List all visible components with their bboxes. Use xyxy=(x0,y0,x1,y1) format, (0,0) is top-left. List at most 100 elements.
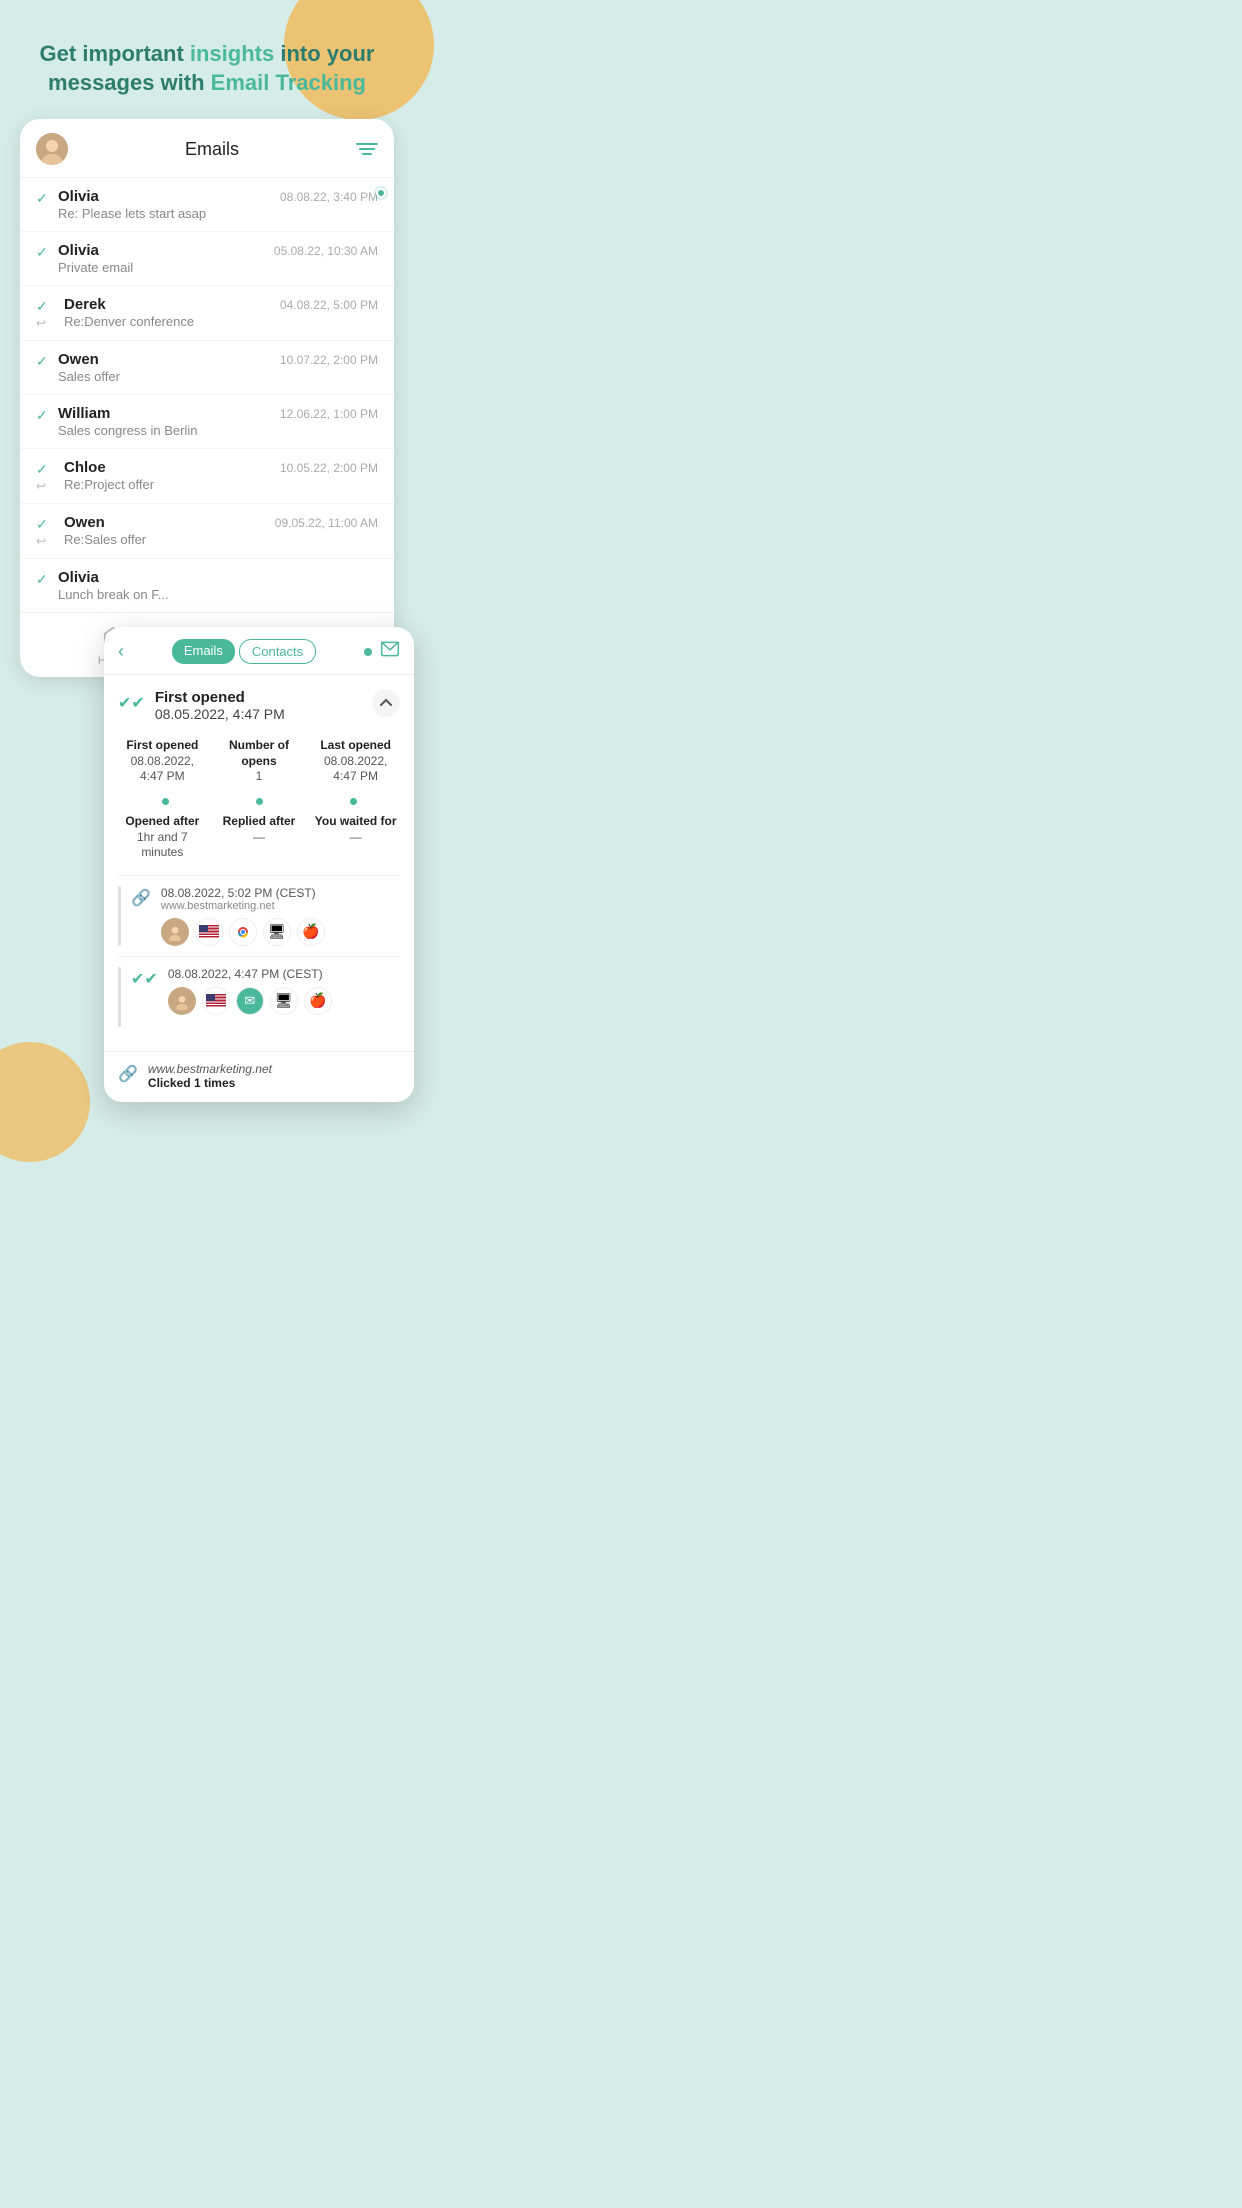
table-row[interactable]: ✓ Owen 10.07.22, 2:00 PM Sales offer xyxy=(20,341,394,395)
header-highlight1: insights xyxy=(190,41,274,66)
link-icon: 🔗 xyxy=(118,1064,138,1084)
stat-num-opens: Number of opens 1 xyxy=(215,738,304,785)
link-url: www.bestmarketing.net xyxy=(148,1062,272,1076)
open-time: 08.08.2022, 4:47 PM (CEST) xyxy=(168,967,400,981)
deco-circle-bottom-left xyxy=(0,1042,90,1162)
table-row[interactable]: ✓ Olivia 05.08.22, 10:30 AM Private emai… xyxy=(20,232,394,286)
filter-icon[interactable] xyxy=(356,143,378,155)
check-icon: ✓ xyxy=(36,407,50,424)
detail-card: ‹ Emails Contacts ✔✔ Fir xyxy=(104,627,414,1102)
stat-label: Opened after xyxy=(118,814,207,830)
detail-header-icons xyxy=(364,639,400,664)
check-icon: ✓ xyxy=(36,461,50,478)
stat-dot xyxy=(162,798,169,805)
header-section: Get important insights into your message… xyxy=(20,30,394,97)
table-row[interactable]: ✓ ↩ Derek 04.08.22, 5:00 PM Re:Denver co… xyxy=(20,286,394,341)
link-text: www.bestmarketing.net Clicked 1 times xyxy=(148,1062,272,1090)
email-content: Derek 04.08.22, 5:00 PM Re:Denver confer… xyxy=(64,296,378,329)
open-site: www.bestmarketing.net xyxy=(161,900,400,912)
email-subject: Sales congress in Berlin xyxy=(58,423,378,438)
email-content: Olivia Lunch break on F... xyxy=(58,569,378,602)
page-wrapper: Get important insights into your message… xyxy=(0,0,414,1172)
table-row[interactable]: ✓ ↩ Owen 09.05.22, 11:00 AM Re:Sales off… xyxy=(20,504,394,559)
detail-card-header: ‹ Emails Contacts xyxy=(104,627,414,675)
link-section: 🔗 www.bestmarketing.net Clicked 1 times xyxy=(104,1051,414,1102)
stat-waited-for: You waited for — xyxy=(311,814,400,861)
email-name: Olivia xyxy=(58,242,99,259)
email-time: 04.08.22, 5:00 PM xyxy=(280,298,378,312)
check-icon: ✓ xyxy=(36,353,50,370)
stat-dot xyxy=(350,798,357,805)
open-time: 08.08.2022, 5:02 PM (CEST) xyxy=(161,886,400,900)
tab-emails[interactable]: Emails xyxy=(172,639,235,664)
timeline-line xyxy=(118,967,121,1027)
table-row[interactable]: ✓ Olivia Lunch break on F... xyxy=(20,559,394,612)
apple-icon: 🍎 xyxy=(304,987,332,1015)
header-highlight2: Email Tracking xyxy=(211,70,366,95)
person-icon xyxy=(161,918,189,946)
open-record-icons: ✉ 🖥 🍎 xyxy=(168,987,400,1015)
stat-label: You waited for xyxy=(311,814,400,830)
email-content: William 12.06.22, 1:00 PM Sales congress… xyxy=(58,405,378,438)
email-name: Chloe xyxy=(64,459,106,476)
header-line1: Get important insights into your xyxy=(20,40,394,69)
email-subject: Re:Project offer xyxy=(64,477,378,492)
stats-grid-1: First opened 08.08.2022,4:47 PM Number o… xyxy=(118,738,400,785)
table-row[interactable]: ✓ Olivia 08.08.22, 3:40 PM Re: Please le… xyxy=(20,178,394,232)
back-button[interactable]: ‹ xyxy=(118,641,124,662)
check-icon: ✓ xyxy=(36,298,50,315)
status-dot xyxy=(364,648,372,656)
reply-icon: ↩ xyxy=(36,316,58,330)
stat-value: 1 xyxy=(215,769,304,785)
email-name: Derek xyxy=(64,296,106,313)
email-time: 09.05.22, 11:00 AM xyxy=(275,516,378,530)
email-list: ✓ Olivia 08.08.22, 3:40 PM Re: Please le… xyxy=(20,178,394,612)
email-name: Olivia xyxy=(58,188,99,205)
table-row[interactable]: ✓ William 12.06.22, 1:00 PM Sales congre… xyxy=(20,395,394,449)
header-line2: messages with Email Tracking xyxy=(20,69,394,98)
email-name: Olivia xyxy=(58,569,99,586)
email-time: 08.08.22, 3:40 PM xyxy=(280,190,378,204)
stat-label: First opened xyxy=(118,738,207,754)
stat-value: 1hr and 7 minutes xyxy=(118,830,207,861)
table-row[interactable]: ✓ ↩ Chloe 10.05.22, 2:00 PM Re:Project o… xyxy=(20,449,394,504)
mail-app-icon: ✉ xyxy=(236,987,264,1015)
tracking-dot xyxy=(376,188,386,198)
check-icon: ✓ xyxy=(36,571,50,588)
monitor-icon: 🖥 xyxy=(263,918,291,946)
stat-label: Replied after xyxy=(215,814,304,830)
open-record-icons: 🖥 🍎 xyxy=(161,918,400,946)
flag-icon xyxy=(202,987,230,1015)
tab-contacts[interactable]: Contacts xyxy=(239,639,316,664)
email-content: Olivia 05.08.22, 10:30 AM Private email xyxy=(58,242,378,275)
link-icon: 🔗 xyxy=(131,888,151,908)
detail-body: ✔✔ First opened 08.05.2022, 4:47 PM Firs… xyxy=(104,675,414,861)
email-content: Olivia 08.08.22, 3:40 PM Re: Please lets… xyxy=(58,188,378,221)
check-icon: ✓ xyxy=(36,190,50,207)
first-opened-date: 08.05.2022, 4:47 PM xyxy=(155,706,285,722)
stat-label: Number of opens xyxy=(215,738,304,769)
emails-card-header: Emails xyxy=(20,119,394,178)
chevron-up-button[interactable] xyxy=(372,689,400,717)
stat-last-opened: Last opened 08.08.2022,4:47 PM xyxy=(311,738,400,785)
check-icon: ✓ xyxy=(36,516,50,533)
email-content: Chloe 10.05.22, 2:00 PM Re:Project offer xyxy=(64,459,378,492)
stat-value: 08.08.2022,4:47 PM xyxy=(311,754,400,785)
email-subject: Private email xyxy=(58,260,378,275)
timeline-line xyxy=(118,886,121,946)
link-clicks: Clicked 1 times xyxy=(148,1076,272,1090)
open-record-content: 08.08.2022, 5:02 PM (CEST) www.bestmarke… xyxy=(161,886,400,946)
stat-dot xyxy=(256,798,263,805)
stat-value: — xyxy=(215,830,304,846)
email-subject: Sales offer xyxy=(58,369,378,384)
stats-grid-2: Opened after 1hr and 7 minutes Replied a… xyxy=(118,814,400,861)
stat-first-opened: First opened 08.08.2022,4:47 PM xyxy=(118,738,207,785)
first-opened-label: First opened xyxy=(155,689,285,706)
compose-icon[interactable] xyxy=(380,639,400,664)
open-record: ✔✔ 08.08.2022, 4:47 PM (CEST) ✉ xyxy=(118,956,400,1037)
email-time: 10.05.22, 2:00 PM xyxy=(280,461,378,475)
open-record-content: 08.08.2022, 4:47 PM (CEST) ✉ 🖥 xyxy=(168,967,400,1015)
open-records: 🔗 08.08.2022, 5:02 PM (CEST) www.bestmar… xyxy=(104,875,414,1051)
avatar xyxy=(36,133,68,165)
first-opened-section: ✔✔ First opened 08.05.2022, 4:47 PM xyxy=(118,689,400,722)
